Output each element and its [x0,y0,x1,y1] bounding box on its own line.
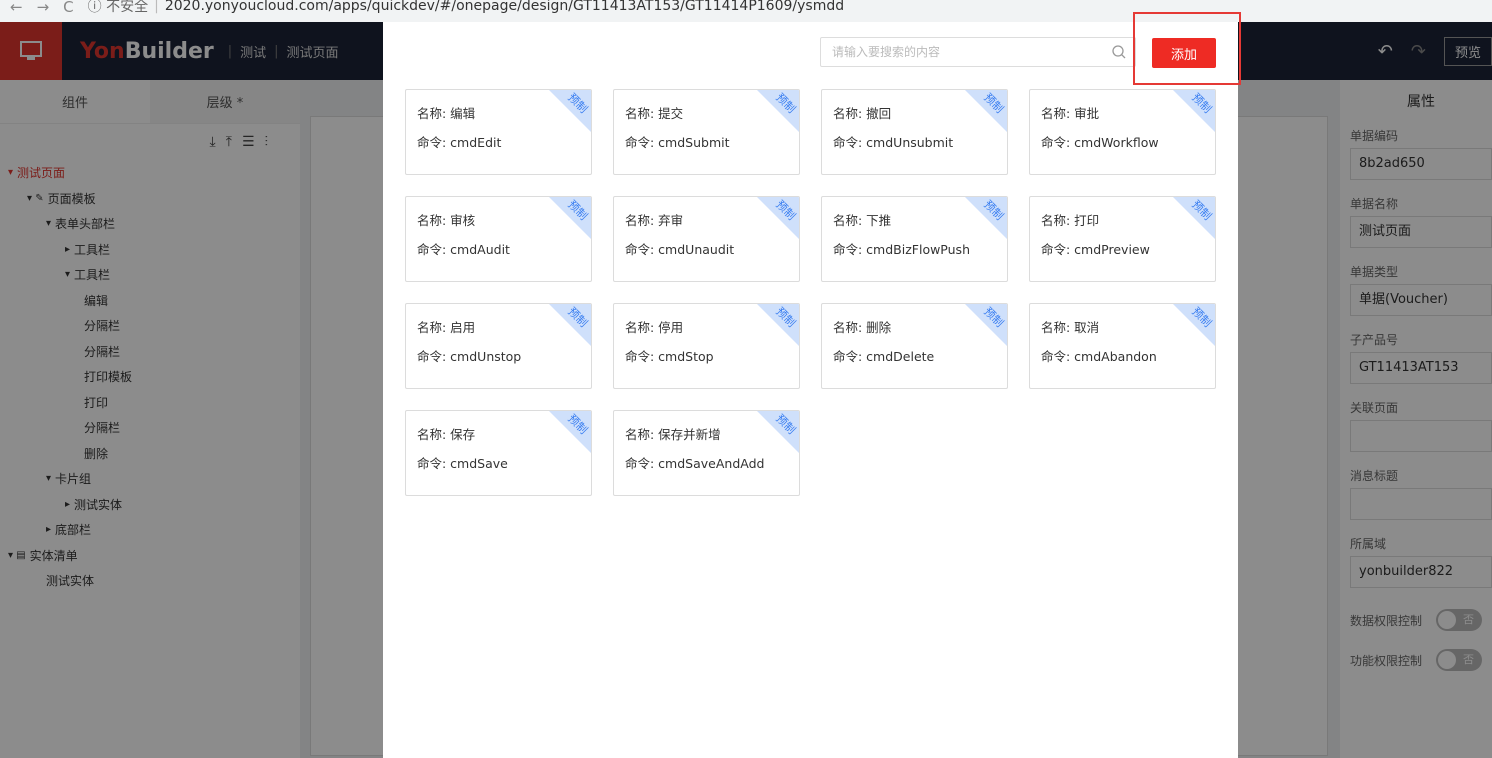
search-icon[interactable] [1111,44,1127,60]
command-card[interactable]: 预制 名称: 下推 命令: cmdBizFlowPush [821,196,1008,282]
command-name: 名称: 保存并新增 [625,427,721,442]
command-card[interactable]: 预制 名称: 提交 命令: cmdSubmit [613,89,800,175]
command-name: 名称: 审批 [1041,106,1100,121]
command-code: 命令: cmdSave [417,456,508,471]
command-code: 命令: cmdPreview [1041,242,1150,257]
url-field[interactable]: ⓘ 不安全 | 2020.yonyoucloud.com/apps/quickd… [88,0,844,16]
command-name: 名称: 打印 [1041,213,1100,228]
browser-address-bar: ← → C ⓘ 不安全 | 2020.yonyoucloud.com/apps/… [0,0,1492,22]
command-code: 命令: cmdUnsubmit [833,135,954,150]
command-name: 名称: 保存 [417,427,476,442]
command-code: 命令: cmdStop [625,349,714,364]
command-name: 名称: 启用 [417,320,476,335]
command-card[interactable]: 预制 名称: 保存并新增 命令: cmdSaveAndAdd [613,410,800,496]
command-code: 命令: cmdSubmit [625,135,730,150]
search-box [820,37,1136,67]
command-picker-modal: 添加 预制名称: 编辑命令: cmdEdit预制名称: 提交命令: cmdSub… [383,12,1241,758]
command-name: 名称: 取消 [1041,320,1100,335]
command-card[interactable]: 预制 名称: 保存 命令: cmdSave [405,410,592,496]
back-arrow-icon[interactable]: ← [10,0,23,18]
command-code: 命令: cmdSaveAndAdd [625,456,765,471]
forward-arrow-icon[interactable]: → [37,0,50,18]
command-name: 名称: 弃审 [625,213,684,228]
command-name: 名称: 删除 [833,320,892,335]
command-name: 名称: 撤回 [833,106,892,121]
command-code: 命令: cmdWorkflow [1041,135,1159,150]
command-card[interactable]: 预制 名称: 打印 命令: cmdPreview [1029,196,1216,282]
command-name: 名称: 停用 [625,320,684,335]
command-card[interactable]: 预制 名称: 审批 命令: cmdWorkflow [1029,89,1216,175]
command-name: 名称: 编辑 [417,106,476,121]
command-card[interactable]: 预制 名称: 审核 命令: cmdAudit [405,196,592,282]
command-code: 命令: cmdDelete [833,349,935,364]
command-name: 名称: 下推 [833,213,892,228]
command-code: 命令: cmdUnstop [417,349,522,364]
reload-icon[interactable]: C [63,0,73,18]
command-card[interactable]: 预制 名称: 编辑 命令: cmdEdit [405,89,592,175]
command-card[interactable]: 预制 名称: 撤回 命令: cmdUnsubmit [821,89,1008,175]
search-input[interactable] [821,38,1101,66]
command-card[interactable]: 预制 名称: 停用 命令: cmdStop [613,303,800,389]
add-button-highlight [1133,12,1241,85]
command-code: 命令: cmdAudit [417,242,510,257]
command-card[interactable]: 预制 名称: 启用 命令: cmdUnstop [405,303,592,389]
command-name: 名称: 提交 [625,106,684,121]
command-code: 命令: cmdUnaudit [625,242,735,257]
command-code: 命令: cmdEdit [417,135,502,150]
url-separator: | [154,0,159,14]
command-code: 命令: cmdAbandon [1041,349,1157,364]
command-name: 名称: 审核 [417,213,476,228]
command-code: 命令: cmdBizFlowPush [833,242,970,257]
url-text[interactable]: 2020.yonyoucloud.com/apps/quickdev/#/one… [165,0,844,14]
security-indicator[interactable]: ⓘ 不安全 [88,0,148,16]
command-card[interactable]: 预制 名称: 弃审 命令: cmdUnaudit [613,196,800,282]
command-card[interactable]: 预制 名称: 删除 命令: cmdDelete [821,303,1008,389]
command-card[interactable]: 预制 名称: 取消 命令: cmdAbandon [1029,303,1216,389]
